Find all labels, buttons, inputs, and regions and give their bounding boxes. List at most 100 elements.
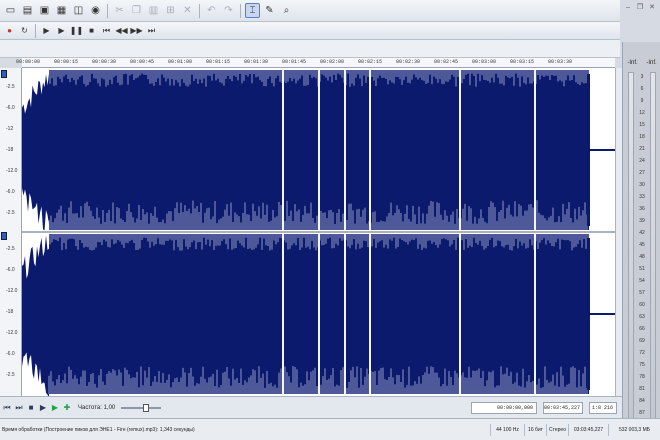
- go-start-icon[interactable]: ⏮: [100, 24, 113, 37]
- channel-left-marker[interactable]: [1, 70, 7, 78]
- play-all-icon[interactable]: ▶: [40, 24, 53, 37]
- stop-icon[interactable]: ■: [26, 402, 36, 414]
- forward-icon[interactable]: ▶▶: [130, 24, 143, 37]
- selection-end-field[interactable]: 00:03:45,227: [543, 402, 583, 414]
- go-end-icon[interactable]: ⏭: [145, 24, 158, 37]
- scale-label: -18: [6, 147, 14, 153]
- mix-icon[interactable]: ⊞: [163, 3, 178, 18]
- record-icon[interactable]: ●: [3, 24, 16, 37]
- restore-icon[interactable]: ❐: [636, 4, 644, 12]
- meter-scale-label: 60: [639, 302, 645, 308]
- minimize-icon[interactable]: –: [624, 4, 632, 12]
- go-end-icon[interactable]: ⏭: [14, 402, 24, 414]
- meter-scale-label: 30: [639, 182, 645, 188]
- waveform-canvas[interactable]: [22, 68, 615, 396]
- render-icon[interactable]: ◫: [71, 3, 86, 18]
- ruler-tick-label: 00:02:15: [357, 59, 383, 65]
- ruler-tick-label: 00:01:15: [205, 59, 231, 65]
- meter-peak-left: -Inf.: [627, 60, 638, 66]
- zoom-tool-icon[interactable]: ⌕: [279, 3, 294, 18]
- time-ruler[interactable]: 00:00:00 00:00:15 00:00:30 00:00:45 00:01:00…: [16, 58, 615, 68]
- vertical-scrollbar[interactable]: [615, 68, 622, 396]
- status-bar: Время обработки (Построение пиков для ЭН…: [0, 418, 660, 440]
- waveform-gap: [534, 234, 536, 394]
- rewind-icon[interactable]: ◀◀: [115, 24, 128, 37]
- meter-bar-right: [650, 72, 656, 426]
- meter-scale-label: 84: [639, 398, 645, 404]
- add-marker-icon[interactable]: ✚: [62, 402, 72, 414]
- ruler-tick-label: 00:00:15: [53, 59, 79, 65]
- ruler-tick-label: 00:00:45: [129, 59, 155, 65]
- zoom-ratio-field[interactable]: 1:8 216: [589, 402, 617, 414]
- sample-rate: 44 100 Hz: [490, 424, 524, 436]
- play-icon[interactable]: ▶: [55, 24, 68, 37]
- redo-icon[interactable]: ↷: [221, 3, 236, 18]
- meter-scale-label: 36: [639, 206, 645, 212]
- pause-icon[interactable]: ❚❚: [70, 24, 83, 37]
- trim-icon[interactable]: ✕: [180, 3, 195, 18]
- waveform-gap: [459, 234, 461, 394]
- meter-scale-label: 15: [639, 122, 645, 128]
- meter-scale-label: 54: [639, 278, 645, 284]
- level-meters: -Inf. -Inf. 3 6 9 12 15 18 21 24 27 30 33 36 39 42 45 4…: [622, 42, 660, 440]
- waveform-gap: [369, 234, 371, 394]
- save-as-icon[interactable]: ▦: [54, 3, 69, 18]
- ruler-tick-label: 00:01:00: [167, 59, 193, 65]
- scale-label: -2.5: [6, 246, 15, 252]
- undo-icon[interactable]: ↶: [204, 3, 219, 18]
- meter-scale-label: 39: [639, 218, 645, 224]
- paste-icon[interactable]: ▥: [146, 3, 161, 18]
- waveform-display[interactable]: [22, 68, 615, 396]
- meter-scale-label: 66: [639, 326, 645, 332]
- scale-label: -2.5: [6, 210, 15, 216]
- toolbar-divider: [240, 3, 241, 18]
- meter-scale-label: 72: [639, 350, 645, 356]
- waveform-gap: [318, 70, 320, 230]
- waveform-gap: [282, 234, 284, 394]
- transport-toolbar: ● ↻ ▶ ▶ ❚❚ ■ ⏮ ◀◀ ▶▶ ⏭: [0, 22, 620, 40]
- play-icon[interactable]: ▶: [38, 402, 48, 414]
- waveform-gap: [534, 70, 536, 230]
- close-icon[interactable]: ✕: [648, 4, 656, 12]
- disk-space: 532 003,3 МБ: [608, 424, 660, 436]
- scale-label: -6.0: [6, 267, 15, 273]
- loop-icon[interactable]: ↻: [18, 24, 31, 37]
- playback-rate-label: Частота: 1,00: [78, 404, 116, 411]
- playback-rate-slider[interactable]: [121, 403, 162, 412]
- stop-icon[interactable]: ■: [85, 24, 98, 37]
- meter-scale-label: 21: [639, 146, 645, 152]
- rate-slider-thumb[interactable]: [143, 403, 150, 412]
- bit-depth: 16 бит: [524, 424, 546, 436]
- window-controls: – ❐ ✕: [620, 0, 660, 42]
- scale-label: -6.0: [6, 189, 15, 195]
- meter-scale-label: 27: [639, 170, 645, 176]
- channel-right-marker[interactable]: [1, 232, 7, 240]
- toolbar-divider: [35, 23, 36, 38]
- sound-forge-window: ▭ ▤ ▣ ▦ ◫ ◉ ✂ ❐ ▥ ⊞ ✕ ↶ ↷ ⌶ ✎ ⌕ ● ↻ ▶ ▶ …: [0, 0, 660, 440]
- play-all-icon[interactable]: ▶: [50, 402, 60, 414]
- rate-slider-track: [121, 406, 162, 409]
- save-icon[interactable]: ▣: [37, 3, 52, 18]
- cut-icon[interactable]: ✂: [112, 3, 127, 18]
- waveform-gap: [344, 70, 346, 230]
- new-file-icon[interactable]: ▭: [3, 3, 18, 18]
- track-header-strip: [0, 40, 620, 58]
- ruler-tick-label: 00:01:30: [243, 59, 269, 65]
- edit-tool-icon[interactable]: ⌶: [245, 3, 260, 18]
- meter-scale-label: 78: [639, 374, 645, 380]
- waveform-tail: [589, 149, 615, 151]
- main-toolbar: ▭ ▤ ▣ ▦ ◫ ◉ ✂ ❐ ▥ ⊞ ✕ ↶ ↷ ⌶ ✎ ⌕: [0, 0, 620, 22]
- meter-scale-label: 51: [639, 266, 645, 272]
- copy-icon[interactable]: ❐: [129, 3, 144, 18]
- go-start-icon[interactable]: ⏮: [2, 402, 12, 414]
- open-folder-icon[interactable]: ▤: [20, 3, 35, 18]
- cursor-position-field[interactable]: 00:00:00,000: [471, 402, 537, 414]
- waveform-tail-edge: [587, 238, 590, 390]
- waveform-gap: [369, 70, 371, 230]
- waveform-gap: [344, 234, 346, 394]
- waveform-gap: [459, 70, 461, 230]
- scale-label: -18: [6, 309, 14, 315]
- pencil-tool-icon[interactable]: ✎: [262, 3, 277, 18]
- properties-icon[interactable]: ◉: [88, 3, 103, 18]
- toolbar-divider: [107, 3, 108, 18]
